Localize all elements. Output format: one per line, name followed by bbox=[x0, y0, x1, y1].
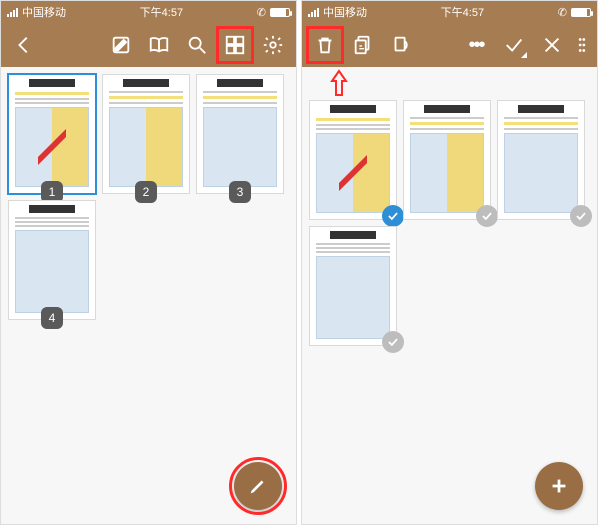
page-thumb[interactable] bbox=[310, 227, 396, 345]
confirm-button[interactable] bbox=[497, 28, 531, 62]
copy-page-button[interactable] bbox=[346, 28, 380, 62]
move-page-button[interactable] bbox=[384, 28, 418, 62]
close-button[interactable] bbox=[535, 28, 569, 62]
add-fab[interactable] bbox=[535, 462, 583, 510]
page-grid: 1 2 3 4 bbox=[1, 67, 296, 524]
clock-label: 下午4:57 bbox=[441, 4, 484, 20]
select-toggle[interactable] bbox=[382, 205, 404, 227]
edit-fab[interactable] bbox=[234, 462, 282, 510]
page-number-badge: 2 bbox=[135, 181, 157, 203]
compose-button[interactable] bbox=[104, 28, 138, 62]
select-toggle[interactable] bbox=[382, 331, 404, 353]
battery-icon bbox=[270, 8, 290, 17]
screen-browse: 中国移动 下午4:57 ✆ bbox=[0, 0, 297, 525]
carrier-label: 中国移动 bbox=[323, 4, 367, 20]
screen-select: 中国移动 下午4:57 ✆ ••• bbox=[301, 0, 598, 525]
select-all-indicator-icon bbox=[521, 52, 527, 58]
clock-label: 下午4:57 bbox=[140, 4, 183, 20]
read-button[interactable] bbox=[142, 28, 176, 62]
page-thumb[interactable] bbox=[310, 101, 396, 219]
page-thumb[interactable]: 2 bbox=[103, 75, 189, 193]
call-icon: ✆ bbox=[257, 6, 266, 19]
page-thumb[interactable] bbox=[404, 101, 490, 219]
page-number-badge: 1 bbox=[41, 181, 63, 203]
signal-icon bbox=[308, 7, 319, 17]
select-toggle[interactable] bbox=[476, 205, 498, 227]
carrier-label: 中国移动 bbox=[22, 4, 66, 20]
page-number-badge: 4 bbox=[41, 307, 63, 329]
page-thumb[interactable]: 1 bbox=[9, 75, 95, 193]
toolbar-select: ••• bbox=[302, 23, 597, 67]
call-icon: ✆ bbox=[558, 6, 567, 19]
status-bar: 中国移动 下午4:57 ✆ bbox=[1, 1, 296, 23]
page-thumb[interactable]: 4 bbox=[9, 201, 95, 319]
select-toggle[interactable] bbox=[570, 205, 592, 227]
status-bar: 中国移动 下午4:57 ✆ bbox=[302, 1, 597, 23]
page-thumb[interactable]: 3 bbox=[197, 75, 283, 193]
delete-button[interactable] bbox=[308, 28, 342, 62]
page-grid bbox=[302, 67, 597, 524]
signal-icon bbox=[7, 7, 18, 17]
more-button[interactable]: ••• bbox=[459, 28, 493, 62]
back-button[interactable] bbox=[7, 28, 41, 62]
page-number-badge: 3 bbox=[229, 181, 251, 203]
battery-icon bbox=[571, 8, 591, 17]
page-thumb[interactable] bbox=[498, 101, 584, 219]
overflow-button[interactable] bbox=[573, 28, 591, 62]
toolbar-browse bbox=[1, 23, 296, 67]
settings-button[interactable] bbox=[256, 28, 290, 62]
grid-view-button[interactable] bbox=[218, 28, 252, 62]
search-button[interactable] bbox=[180, 28, 214, 62]
